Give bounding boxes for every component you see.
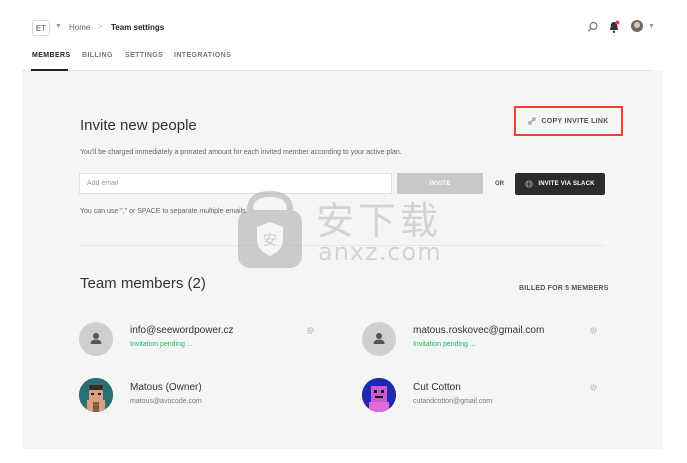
avatar: [79, 378, 113, 412]
watermark-chinese-text: 安下载: [316, 199, 443, 243]
avatar: [362, 322, 396, 356]
billed-members-label: BILLED FOR 5 MEMBERS: [519, 285, 609, 292]
workspace-badge[interactable]: ET: [32, 20, 50, 36]
member-status: Invitation pending ...: [130, 341, 193, 348]
page-title: Team settings: [111, 23, 165, 32]
invite-hint: You can use "," or SPACE to separate mul…: [80, 208, 248, 215]
slack-icon: [525, 180, 534, 188]
user-icon: [90, 333, 102, 344]
link-icon: [528, 117, 537, 125]
gear-icon[interactable]: [589, 326, 598, 335]
chevron-down-icon[interactable]: ▼: [55, 23, 62, 30]
member-email: matous@avocode.com: [130, 398, 202, 405]
bell-icon[interactable]: [608, 20, 620, 34]
gear-icon[interactable]: [589, 383, 598, 392]
tab-integrations[interactable]: INTEGRATIONS: [174, 52, 231, 59]
tab-billing[interactable]: BILLING: [82, 52, 113, 59]
user-icon: [373, 333, 385, 344]
copy-invite-link-button[interactable]: COPY INVITE LINK: [514, 106, 623, 136]
pixel-avatar-image: [79, 378, 113, 412]
member-status: Invitation pending ...: [413, 341, 476, 348]
svg-text:安: 安: [263, 233, 277, 249]
watermark: 安 安下载 anxz.com: [236, 188, 452, 272]
invite-title: Invite new people: [80, 117, 197, 134]
tab-members[interactable]: MEMBERS: [32, 52, 71, 59]
watermark-domain-text: anxz.com: [318, 238, 442, 266]
invite-via-slack-label: INVITE VIA SLACK: [538, 181, 595, 187]
member-name: matous.roskovec@gmail.com: [413, 325, 545, 336]
member-email: cutandcotton@gmail.com: [413, 398, 493, 405]
invite-via-slack-button[interactable]: INVITE VIA SLACK: [515, 173, 605, 195]
top-bar: ET ▼ Home > Team settings ▼: [0, 0, 687, 42]
member-name: Matous (Owner): [130, 382, 202, 393]
member-name: Cut Cotton: [413, 382, 461, 393]
pixel-avatar-image: [362, 378, 396, 412]
shield-logo-icon: 安: [238, 190, 302, 268]
member-name: info@seewordpower.cz: [130, 325, 234, 336]
chevron-down-icon[interactable]: ▼: [648, 23, 655, 30]
invite-description: You'll be charged immediately a prorated…: [80, 149, 402, 156]
avatar[interactable]: [631, 20, 643, 32]
search-icon[interactable]: [587, 21, 599, 33]
breadcrumb-separator: >: [98, 22, 103, 31]
team-members-title: Team members (2): [80, 275, 206, 292]
breadcrumb-home[interactable]: Home: [69, 23, 90, 32]
tab-settings[interactable]: SETTINGS: [125, 52, 163, 59]
or-label: OR: [495, 181, 504, 187]
avatar: [362, 378, 396, 412]
gear-icon[interactable]: [306, 326, 315, 335]
copy-invite-link-label: COPY INVITE LINK: [541, 117, 609, 125]
avatar: [79, 322, 113, 356]
